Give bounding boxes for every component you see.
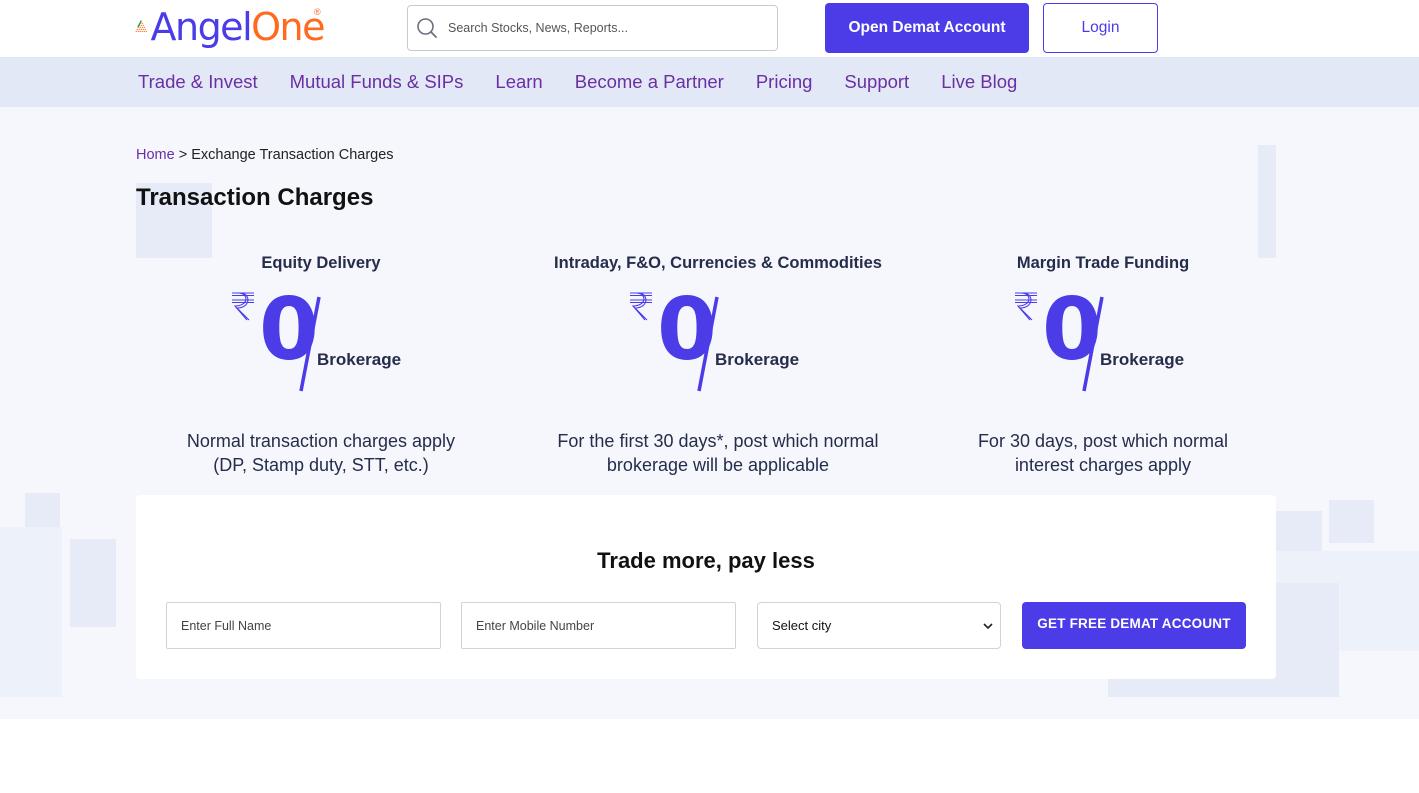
nav-item-mutual-funds[interactable]: Mutual Funds & SIPs xyxy=(290,71,464,93)
main-content: Home > Exchange Transaction Charges Tran… xyxy=(0,107,1419,719)
card-description-line: (DP, Stamp duty, STT, etc.) xyxy=(213,455,429,475)
chevron-down-icon xyxy=(983,623,993,630)
search-icon xyxy=(417,18,437,38)
open-demat-account-button[interactable]: Open Demat Account xyxy=(825,3,1029,53)
card-description: For the first 30 days*, post which norma… xyxy=(528,429,908,477)
angel-one-logo[interactable]: AngelOne ® xyxy=(134,3,325,51)
card-description: Normal transaction charges apply (DP, St… xyxy=(131,429,511,477)
breadcrumb-current: Exchange Transaction Charges xyxy=(191,147,394,163)
search-box[interactable] xyxy=(407,5,778,51)
zero-brokerage-graphic: 0 Brokerage xyxy=(229,280,409,392)
card-description-line: For the first 30 days*, post which norma… xyxy=(557,431,879,451)
amount-label: Brokerage xyxy=(317,350,402,369)
pricing-card-margin-trade-funding: Margin Trade Funding 0 Brokerage For 30 … xyxy=(913,254,1293,484)
nav-item-trade-invest[interactable]: Trade & Invest xyxy=(138,71,258,93)
card-description-line: Normal transaction charges apply xyxy=(186,431,456,451)
city-select[interactable]: Select city xyxy=(757,602,1001,649)
card-description-line: brokerage will be applicable xyxy=(606,455,830,475)
page-title: Transaction Charges xyxy=(136,184,374,211)
rupee-icon xyxy=(630,292,652,321)
breadcrumb-home-link[interactable]: Home xyxy=(136,147,175,163)
card-description: For 30 days, post which normal interest … xyxy=(913,429,1293,477)
lead-form-panel: Trade more, pay less Select city GET FRE… xyxy=(136,495,1276,679)
slash-decoration xyxy=(697,296,719,392)
breadcrumb: Home > Exchange Transaction Charges xyxy=(136,147,394,163)
rupee-icon xyxy=(1015,292,1037,321)
decorative-block xyxy=(1258,145,1276,258)
full-name-input[interactable] xyxy=(166,602,441,649)
logo-wordmark: AngelOne xyxy=(150,5,325,49)
slash-decoration xyxy=(1082,296,1104,392)
nav-item-live-blog[interactable]: Live Blog xyxy=(941,71,1017,93)
nav-item-become-partner[interactable]: Become a Partner xyxy=(575,71,724,93)
login-button[interactable]: Login xyxy=(1043,3,1158,53)
amount-label: Brokerage xyxy=(1100,350,1185,369)
card-description-line: For 30 days, post which normal xyxy=(977,431,1229,451)
amount-label: Brokerage xyxy=(715,350,800,369)
card-title: Equity Delivery xyxy=(261,254,381,272)
nav-item-support[interactable]: Support xyxy=(844,71,909,93)
card-description-line: interest charges apply xyxy=(1014,455,1192,475)
slash-decoration xyxy=(299,296,321,392)
nav-item-pricing[interactable]: Pricing xyxy=(756,71,813,93)
decorative-block xyxy=(70,539,116,627)
decorative-block xyxy=(25,493,60,527)
rupee-icon xyxy=(232,292,254,321)
main-nav: Trade & Invest Mutual Funds & SIPs Learn… xyxy=(0,57,1419,107)
mobile-number-input[interactable] xyxy=(461,602,736,649)
registered-mark: ® xyxy=(314,7,321,17)
pricing-card-intraday: Intraday, F&O, Currencies & Commodities … xyxy=(528,254,908,484)
logo-pyramid-icon xyxy=(135,19,147,33)
nav-item-learn[interactable]: Learn xyxy=(495,71,542,93)
card-title: Margin Trade Funding xyxy=(1016,254,1190,272)
pricing-card-equity-delivery: Equity Delivery 0 Brokerage Normal trans… xyxy=(131,254,511,484)
zero-brokerage-graphic: 0 Brokerage xyxy=(627,280,807,392)
decorative-block xyxy=(0,527,62,697)
site-header: AngelOne ® Open Demat Account Login xyxy=(0,0,1419,57)
form-title: Trade more, pay less xyxy=(597,548,815,573)
breadcrumb-separator: > xyxy=(178,147,188,163)
zero-brokerage-graphic: 0 Brokerage xyxy=(1012,280,1192,392)
get-free-demat-account-button[interactable]: GET FREE DEMAT ACCOUNT xyxy=(1022,602,1246,649)
city-select-value: Select city xyxy=(772,618,832,633)
decorative-block xyxy=(1329,500,1374,543)
search-input[interactable] xyxy=(448,21,748,35)
card-title: Intraday, F&O, Currencies & Commodities xyxy=(554,254,882,272)
